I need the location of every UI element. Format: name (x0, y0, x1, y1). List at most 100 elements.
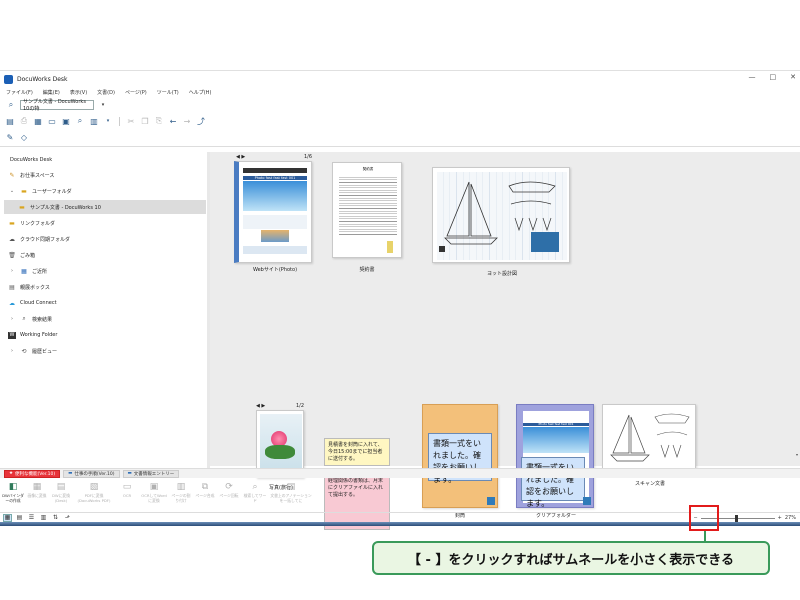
copy-icon[interactable]: ❐ (140, 117, 150, 126)
doc-contract-title: 契約書 (362, 167, 374, 171)
menu-page[interactable]: ページ(P) (125, 89, 147, 96)
maximize-button[interactable]: □ (770, 73, 777, 81)
pin-icon[interactable]: ⬏ (64, 514, 71, 521)
action-tabs: ★ 便利な機能(Ver.10) ▬ 仕事の手順(Ver.10) ▬ 文書情報エン… (0, 468, 800, 478)
inbox-icon: ▤ (9, 283, 15, 291)
workspace-icon: ✎ (9, 171, 15, 179)
sort-icon[interactable]: ⇅ (52, 514, 59, 521)
up-folder-icon[interactable]: ⤴ (196, 117, 206, 126)
print-icon[interactable]: ⎙ (19, 116, 29, 126)
view-toggle-icon[interactable]: ▤ (5, 117, 15, 126)
action-search-word[interactable]: ⌕ 検索してワード (242, 480, 268, 512)
view-list-icon[interactable]: ☰ (28, 514, 35, 521)
binder-page-nav[interactable]: ◀ ▶ (236, 154, 245, 160)
action-page-merge[interactable]: ⧉ ページ合成 (194, 480, 216, 512)
tree-item-neighborhood[interactable]: › ▦ ご近所 (4, 264, 206, 278)
zoom-icon[interactable]: ⌕ (75, 116, 85, 126)
back-icon[interactable]: ← (168, 117, 178, 126)
doc-contract[interactable]: 契約書 (332, 162, 402, 258)
action-convert-dw[interactable]: ▤ DWに変換(Desk) (50, 480, 72, 512)
tree-item-workspace[interactable]: ✎ お仕事スペース (4, 168, 206, 182)
tree-item-working-folder[interactable]: W Working Folder (4, 328, 206, 342)
photo-page-nav[interactable]: ◀ ▶ (256, 403, 265, 409)
tree-item-history-view[interactable]: › ⟲ 履歴ビュー (4, 344, 206, 358)
doc-clear-folder-banner: Photo fast fast fast 001 (523, 423, 589, 426)
menu-document[interactable]: 文書(D) (97, 89, 115, 96)
menu-edit[interactable]: 編集(E) (43, 89, 60, 96)
doc-website[interactable]: Photo fast fast fast 001 (234, 161, 312, 263)
doc-website-hero (243, 181, 307, 211)
columns-icon[interactable]: ▥ (89, 117, 99, 126)
tab-doc-info-entry[interactable]: ▬ 文書情報エントリー (122, 469, 180, 478)
action-ocr-word[interactable]: ▣ OCRしてWordに変換 (140, 480, 168, 512)
tab-useful-features[interactable]: ★ 便利な機能(Ver.10) (4, 469, 61, 478)
chevron-down-icon[interactable]: ⌄ (8, 188, 16, 195)
search-icon[interactable]: ⌕ (6, 100, 16, 110)
menu-tools[interactable]: ツール(T) (157, 89, 179, 96)
tree-item-label: 検索結果 (32, 316, 53, 323)
view-small-thumbs-icon[interactable]: ▤ (16, 514, 23, 521)
tree-item-cloud-connect[interactable]: ☁ Cloud Connect (4, 296, 206, 310)
doc-contract-stamp (387, 241, 393, 253)
tree-item-confidential-box[interactable]: ▤ 親展ボックス (4, 280, 206, 294)
action-label: 文書上のアノテーションを一括してに (270, 493, 312, 503)
chevron-right-icon[interactable]: › (8, 316, 16, 323)
tree-item-trash[interactable]: 🗑 ごみ箱 (4, 248, 206, 262)
tree-item-link-folder[interactable]: ▬ リンクフォルダ (4, 216, 206, 230)
action-bulk-annotation[interactable]: ▤ 文書上のアノテーションを一括してに (270, 480, 312, 512)
toolbar-divider (0, 146, 800, 147)
view-large-thumbs-icon[interactable]: ▦ (3, 513, 12, 522)
minimize-button[interactable]: — (749, 73, 756, 81)
menu-help[interactable]: ヘルプ(H) (189, 89, 212, 96)
menu-bar: ファイル(F) 編集(E) 表示(V) 文書(D) ページ(P) ツール(T) … (0, 87, 211, 97)
viewer-icon[interactable]: ▭ (47, 117, 57, 126)
toolbar-separator (119, 116, 120, 126)
chevron-down-icon[interactable]: ▾ (98, 101, 108, 110)
binder-icon[interactable]: ▣ (61, 117, 71, 126)
action-label: OCR (122, 493, 132, 498)
title-bar: DocuWorks Desk — □ ✕ (0, 71, 800, 87)
action-convert-pdf[interactable]: ▧ PDFに変換(DocuWorks PDF) (74, 480, 114, 512)
action-label: ページ回転 (219, 493, 239, 498)
view-details-icon[interactable]: ▥ (40, 514, 47, 521)
tree-item-search-results[interactable]: › ⌕ 検索結果 (4, 312, 206, 326)
action-page-rotate[interactable]: ⟳ ページ回転 (218, 480, 240, 512)
forward-icon[interactable]: → (182, 117, 192, 126)
tree-item-label: ユーザーフォルダ (32, 188, 72, 195)
action-ocr[interactable]: ▭ OCR (116, 480, 138, 512)
menu-view[interactable]: 表示(V) (70, 89, 87, 96)
chevron-right-icon[interactable]: › (8, 268, 16, 275)
tree-item-label: クラウド同期フォルダ (20, 236, 71, 243)
doc-scan[interactable] (602, 404, 696, 472)
zoom-slider-knob[interactable] (734, 514, 738, 522)
columns-dropdown-icon[interactable]: ▾ (103, 117, 113, 126)
zoom-in-button[interactable]: + (778, 515, 782, 521)
annotation-icon[interactable]: ✎ (5, 133, 15, 142)
chevron-right-icon[interactable]: › (8, 348, 16, 355)
tree-root[interactable]: DocuWorks Desk (10, 157, 52, 163)
scroll-down-icon[interactable]: ▾ (796, 452, 798, 457)
network-icon: ▦ (21, 267, 27, 275)
info-tab-icon: ▬ (127, 471, 132, 476)
tab-work-procedures[interactable]: ▬ 仕事の手順(Ver.10) (63, 469, 120, 478)
paste-icon[interactable]: ⎘ (154, 116, 164, 126)
action-label: PDFに変換(DocuWorks PDF) (77, 493, 111, 503)
tree-item-sample-docs[interactable]: ▬ サンプル文書 - DocuWorks 10 (4, 200, 206, 214)
eraser-icon[interactable]: ◇ (19, 133, 29, 142)
doc-yacht-plan[interactable] (432, 167, 570, 263)
action-create-binder[interactable]: ◧ DWバインダーの作成 (2, 480, 24, 512)
tree-item-cloud-sync[interactable]: ☁ クラウド同期フォルダ (4, 232, 206, 246)
properties-icon[interactable]: ▦ (33, 117, 43, 126)
sticky-yellow[interactable]: 見積書を封筒に入れて、今日15:00までに担当者に送付する。 (324, 438, 390, 466)
tree-item-user-folder[interactable]: ⌄ ▬ ユーザーフォルダ (4, 184, 206, 198)
doc-website-caption: Webサイト(Photo) (252, 267, 298, 273)
address-field[interactable]: サンプル文書 - DocuWorks 10の特 (20, 99, 94, 112)
cut-icon[interactable]: ✂ (126, 117, 136, 126)
close-button[interactable]: ✕ (790, 73, 796, 81)
action-label: 検索してワード (243, 493, 267, 503)
action-page-layout[interactable]: ▥ ページの割り付け (170, 480, 192, 512)
image-convert-icon: ▦ (32, 481, 42, 492)
action-convert-image[interactable]: ▦ 画像に変換 (26, 480, 48, 512)
tree-item-label: お仕事スペース (20, 172, 55, 179)
menu-file[interactable]: ファイル(F) (6, 89, 33, 96)
